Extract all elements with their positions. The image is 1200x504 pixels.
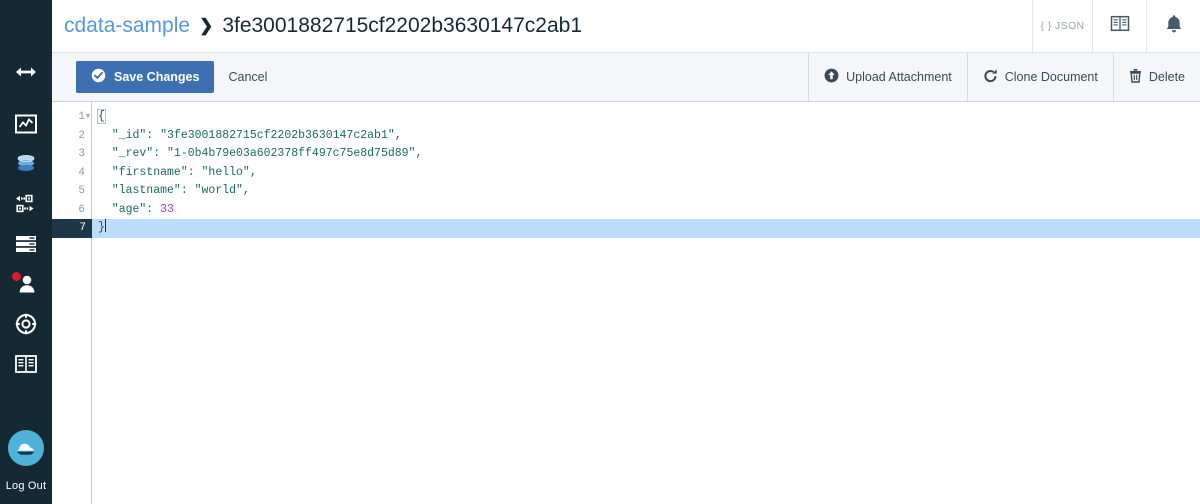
- docs-book-button[interactable]: [1092, 0, 1146, 52]
- code-line[interactable]: "lastname": "world",: [92, 182, 1200, 201]
- save-changes-label: Save Changes: [114, 70, 200, 84]
- editor-content[interactable]: { "_id": "3fe3001882715cf2202b3630147c2a…: [92, 102, 1200, 504]
- monitoring-chart-icon: [15, 113, 37, 135]
- upload-arrow-icon: [824, 68, 839, 86]
- toolbar-right-group: Upload Attachment Clone Document Delete: [808, 53, 1200, 101]
- line-number[interactable]: 1 ▼: [52, 108, 91, 127]
- database-icon: [15, 153, 37, 175]
- notifications-button[interactable]: [1146, 0, 1200, 52]
- upload-attachment-label: Upload Attachment: [846, 70, 952, 84]
- document-toolbar: Save Changes Cancel Upload Attachment Cl…: [52, 53, 1200, 102]
- chevron-right-icon: ❯: [199, 16, 214, 35]
- cloud-logo[interactable]: [8, 430, 44, 466]
- editor-gutter: 1 ▼ 2 3 4 5 6 7: [52, 102, 92, 504]
- page-header: cdata-sample ❯ 3fe3001882715cf2202b36301…: [52, 0, 1200, 53]
- code-text-key: "age":: [98, 202, 161, 216]
- clone-refresh-icon: [983, 68, 998, 87]
- bell-icon: [1165, 14, 1183, 39]
- cancel-button[interactable]: Cancel: [214, 70, 281, 84]
- left-sidebar: Log Out: [0, 0, 52, 504]
- sidebar-item-expand[interactable]: [0, 52, 52, 92]
- clone-document-button[interactable]: Clone Document: [966, 53, 1113, 101]
- line-number[interactable]: 4: [52, 164, 91, 183]
- delete-document-button[interactable]: Delete: [1112, 53, 1200, 101]
- sidebar-item-monitoring[interactable]: [0, 104, 52, 144]
- line-number-active[interactable]: 7: [52, 219, 92, 238]
- code-line[interactable]: "_rev": "1-0b4b79e03a602378ff497c75e8d75…: [92, 145, 1200, 164]
- json-view-tab[interactable]: { } JSON: [1032, 0, 1092, 52]
- line-number[interactable]: 2: [52, 127, 91, 146]
- book-icon: [15, 354, 37, 374]
- sidebar-item-account[interactable]: [0, 264, 52, 304]
- upload-attachment-button[interactable]: Upload Attachment: [808, 53, 967, 101]
- line-number[interactable]: 5: [52, 182, 91, 201]
- list-rows-icon: [15, 235, 37, 253]
- expand-arrows-icon: [15, 66, 37, 78]
- fold-toggle-icon[interactable]: ▼: [83, 108, 93, 127]
- code-line[interactable]: {: [92, 108, 1200, 127]
- code-text-number: 33: [160, 202, 174, 216]
- sidebar-item-replication[interactable]: [0, 184, 52, 224]
- breadcrumb-database-link[interactable]: cdata-sample: [64, 14, 190, 38]
- code-text: "_rev": "1-0b4b79e03a602378ff497c75e8d75…: [98, 147, 423, 160]
- sidebar-item-databases[interactable]: [0, 144, 52, 184]
- sidebar-item-support[interactable]: [0, 304, 52, 344]
- delete-label: Delete: [1148, 70, 1185, 84]
- replication-icon: [14, 193, 38, 215]
- breadcrumb: cdata-sample ❯ 3fe3001882715cf2202b36301…: [52, 0, 1032, 52]
- main-area: cdata-sample ❯ 3fe3001882715cf2202b36301…: [52, 0, 1200, 504]
- trash-icon: [1129, 68, 1142, 86]
- code-text: "_id": "3fe3001882715cf2202b3630147c2ab1…: [98, 128, 402, 142]
- line-number[interactable]: 3: [52, 145, 91, 164]
- code-text: }: [98, 221, 105, 234]
- app-root: Log Out cdata-sample ❯ 3fe3001882715cf22…: [0, 0, 1200, 504]
- toolbar-left-group: Save Changes Cancel: [52, 53, 808, 101]
- sidebar-item-docs[interactable]: [0, 344, 52, 384]
- code-line[interactable]: "age": 33: [92, 201, 1200, 220]
- check-circle-icon: [91, 68, 106, 86]
- line-number[interactable]: 6: [52, 201, 91, 220]
- code-text: "lastname": "world",: [98, 184, 250, 197]
- code-line-active[interactable]: }: [92, 219, 1200, 238]
- clone-document-label: Clone Document: [1004, 70, 1098, 84]
- json-editor[interactable]: 1 ▼ 2 3 4 5 6 7 { "_id": "3fe3001882715c…: [52, 102, 1200, 504]
- code-text: "firstname": "hello",: [98, 165, 257, 179]
- notification-badge-dot: [12, 272, 21, 281]
- lifebuoy-icon: [15, 313, 37, 335]
- logout-label[interactable]: Log Out: [6, 480, 47, 496]
- page-title: 3fe3001882715cf2202b3630147c2ab1: [222, 14, 582, 37]
- book-icon: [1110, 15, 1130, 37]
- code-line[interactable]: "firstname": "hello",: [92, 164, 1200, 183]
- sidebar-footer: Log Out: [0, 430, 52, 496]
- save-changes-button[interactable]: Save Changes: [76, 61, 215, 93]
- code-text: {: [97, 109, 106, 124]
- header-actions: { } JSON: [1032, 0, 1200, 52]
- sidebar-item-activity[interactable]: [0, 224, 52, 264]
- code-line[interactable]: "_id": "3fe3001882715cf2202b3630147c2ab1…: [92, 127, 1200, 146]
- text-caret: [104, 219, 106, 232]
